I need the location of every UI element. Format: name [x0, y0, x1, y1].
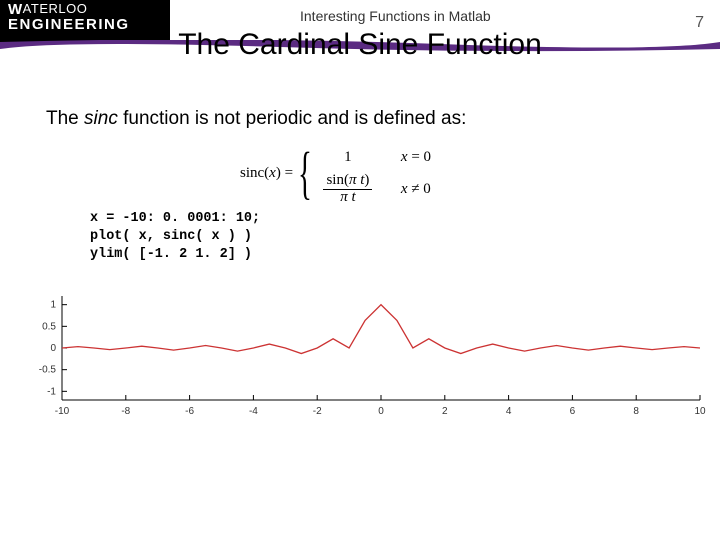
matlab-code: x = -10: 0. 0001: 10; plot( x, sinc( x )… — [90, 210, 260, 265]
body-prefix: The — [46, 108, 84, 129]
svg-text:-4: -4 — [249, 406, 258, 417]
case1-value: 1 — [313, 149, 383, 166]
case2-numerator: sin(π t) — [323, 173, 372, 190]
case2-fraction: sin(π t) π t — [323, 173, 372, 206]
svg-text:-6: -6 — [185, 406, 194, 417]
svg-text:-2: -2 — [313, 406, 322, 417]
svg-text:0: 0 — [50, 343, 56, 354]
equation: sinc(x) = { 1 x = 0 sin(π t) π t x ≠ 0 — [240, 144, 431, 202]
equation-case-2: sin(π t) π t x ≠ 0 — [313, 176, 431, 202]
equation-case-1: 1 x = 0 — [313, 144, 431, 170]
svg-text:2: 2 — [442, 406, 448, 417]
svg-text:-10: -10 — [55, 406, 70, 417]
slide-header: ATERLOO ENGINEERING Interesting Function… — [0, 0, 720, 52]
svg-text:0.5: 0.5 — [42, 321, 56, 332]
slide-subtitle: Interesting Functions in Matlab — [300, 8, 491, 24]
code-line-3: ylim( [-1. 2 1. 2] ) — [90, 247, 252, 262]
equation-brace: { — [298, 150, 312, 196]
body-text: The sinc function is not periodic and is… — [46, 108, 466, 130]
svg-text:1: 1 — [50, 300, 56, 311]
sinc-plot: -10 -8 -6 -4 -2 0 2 4 6 8 10 -1 -0.5 0 0.5 1 — [20, 290, 710, 430]
case1-cond: x = 0 — [401, 149, 431, 166]
body-suffix: function is not periodic and is defined … — [118, 108, 467, 129]
svg-text:4: 4 — [506, 406, 512, 417]
svg-text:-8: -8 — [121, 406, 130, 417]
svg-text:6: 6 — [570, 406, 576, 417]
case2-cond: x ≠ 0 — [401, 181, 431, 198]
code-line-2: plot( x, sinc( x ) ) — [90, 229, 252, 244]
equation-lhs: sinc(x) = — [240, 165, 293, 182]
body-function-name: sinc — [84, 108, 118, 129]
svg-text:-0.5: -0.5 — [39, 365, 57, 376]
svg-text:10: 10 — [694, 406, 706, 417]
code-line-1: x = -10: 0. 0001: 10; — [90, 211, 260, 226]
svg-text:0: 0 — [378, 406, 384, 417]
case2-denominator: π t — [337, 190, 358, 206]
slide-title: The Cardinal Sine Function — [0, 28, 720, 62]
svg-text:-1: -1 — [47, 386, 56, 397]
logo-university: ATERLOO — [23, 1, 88, 16]
svg-text:8: 8 — [633, 406, 639, 417]
